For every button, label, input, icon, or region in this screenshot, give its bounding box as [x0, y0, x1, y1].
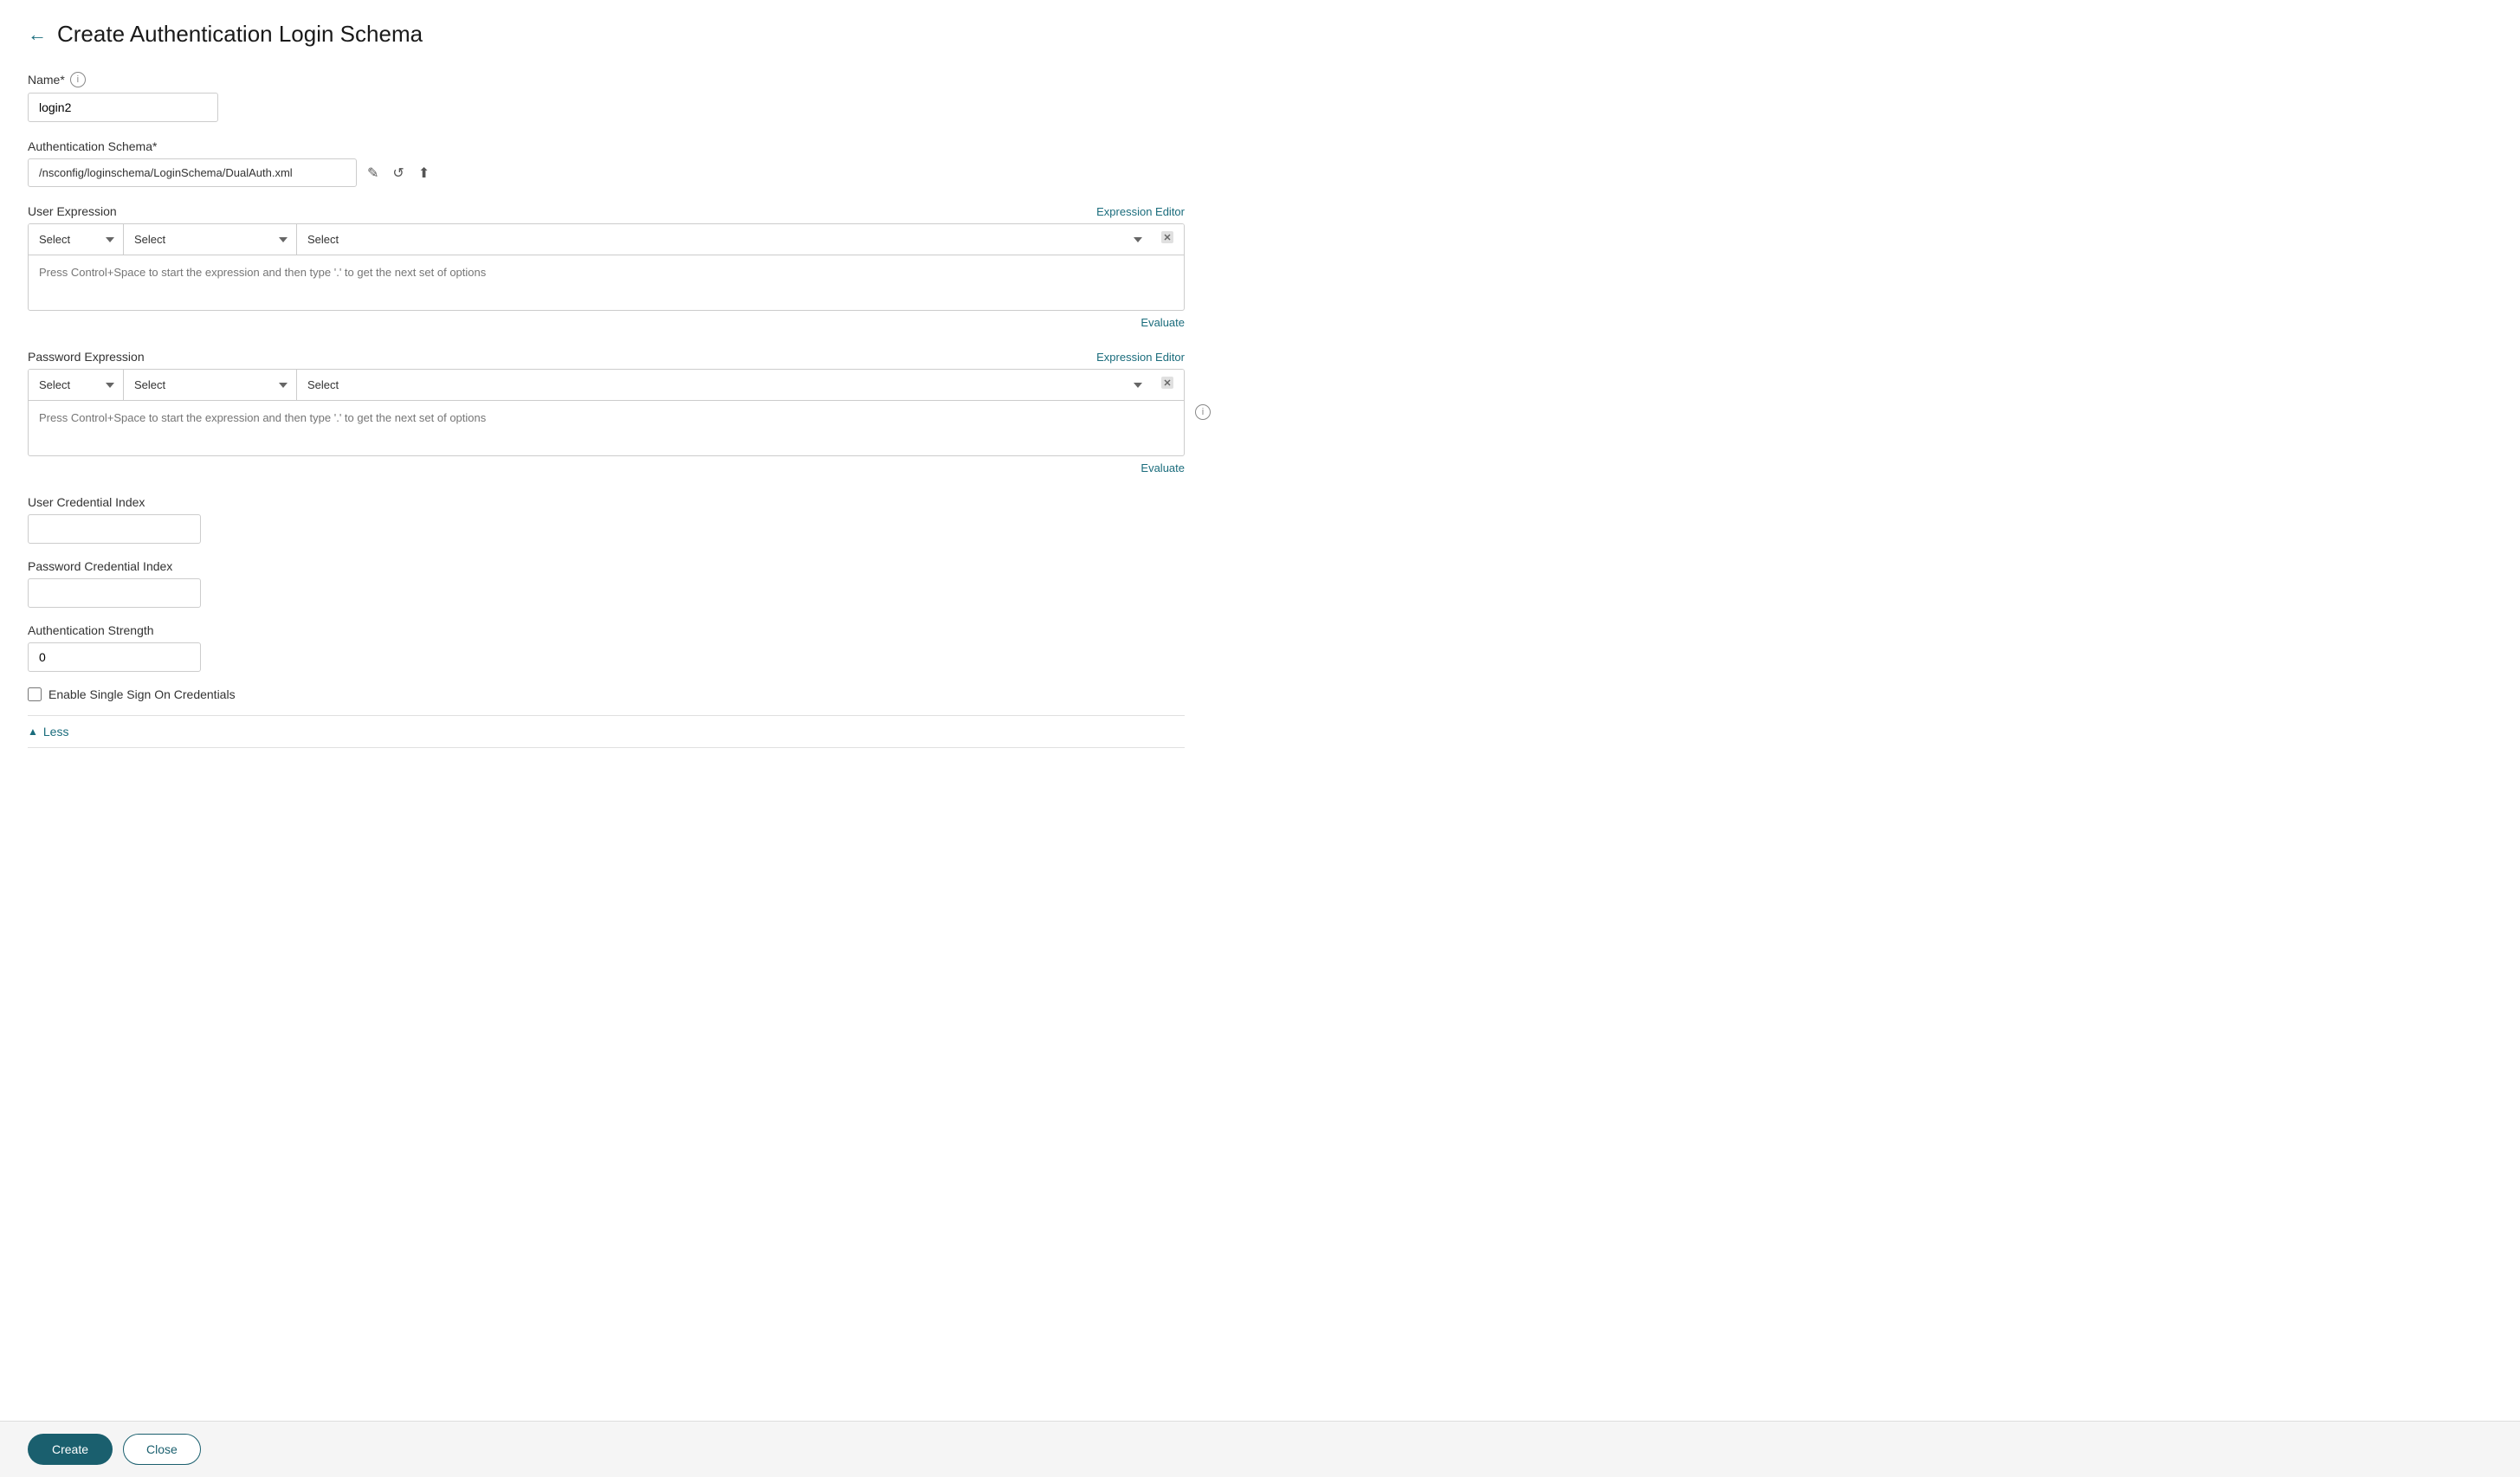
- page-title: Create Authentication Login Schema: [57, 21, 423, 48]
- auth-schema-upload-button[interactable]: ⬆: [415, 163, 433, 184]
- auth-schema-section: Authentication Schema* ✎ ↺ ⬆: [28, 139, 1185, 187]
- password-expression-header: Password Expression Expression Editor: [28, 350, 1185, 364]
- auth-schema-edit-button[interactable]: ✎: [364, 163, 382, 184]
- auth-schema-label: Authentication Schema*: [28, 139, 1185, 153]
- page-header: ← Create Authentication Login Schema: [28, 21, 1185, 48]
- password-expression-select-1[interactable]: Select: [29, 370, 124, 400]
- password-expression-clear-icon[interactable]: [1151, 370, 1184, 400]
- user-expression-textarea[interactable]: [29, 255, 1184, 307]
- user-expression-clear-icon[interactable]: [1151, 224, 1184, 255]
- password-credential-index-input[interactable]: [28, 578, 201, 608]
- user-credential-index-input[interactable]: [28, 514, 201, 544]
- user-expression-editor-link[interactable]: Expression Editor: [1096, 205, 1185, 218]
- user-expression-evaluate-row: Evaluate: [28, 316, 1185, 329]
- auth-strength-section: Authentication Strength: [28, 623, 1185, 672]
- password-expression-textarea[interactable]: [29, 401, 1184, 453]
- auth-schema-reset-button[interactable]: ↺: [389, 163, 407, 184]
- auth-schema-row: ✎ ↺ ⬆: [28, 158, 1185, 187]
- user-expression-section: User Expression Expression Editor Select…: [28, 204, 1185, 329]
- password-expression-select-2[interactable]: Select: [124, 370, 297, 400]
- auth-strength-label: Authentication Strength: [28, 623, 1185, 637]
- user-expression-select-3[interactable]: Select: [297, 224, 1151, 255]
- user-expression-evaluate-link[interactable]: Evaluate: [1140, 316, 1185, 329]
- name-info-icon: i: [70, 72, 86, 87]
- less-label: Less: [43, 725, 69, 738]
- sso-checkbox[interactable]: [28, 687, 42, 701]
- user-credential-index-label: User Credential Index: [28, 495, 1185, 509]
- password-side-info-icon: i: [1195, 404, 1211, 420]
- user-expression-select-1[interactable]: Select: [29, 224, 124, 255]
- footer-bar: Create Close: [0, 1421, 2520, 1477]
- password-expression-box: Select Select Select: [28, 369, 1185, 456]
- name-label: Name* i: [28, 72, 1185, 87]
- user-credential-index-section: User Credential Index: [28, 495, 1185, 544]
- password-credential-index-section: Password Credential Index: [28, 559, 1185, 608]
- less-row[interactable]: ▲ Less: [28, 715, 1185, 748]
- password-credential-index-label: Password Credential Index: [28, 559, 1185, 573]
- password-expression-select-3[interactable]: Select: [297, 370, 1151, 400]
- password-expression-label: Password Expression: [28, 350, 145, 364]
- create-button[interactable]: Create: [28, 1434, 113, 1465]
- back-button[interactable]: ←: [28, 23, 47, 46]
- password-expression-select-row: Select Select Select: [29, 370, 1184, 401]
- name-section: Name* i: [28, 72, 1185, 122]
- password-expression-evaluate-row: Evaluate: [28, 461, 1185, 474]
- user-expression-label: User Expression: [28, 204, 117, 218]
- user-expression-box: Select Select Select: [28, 223, 1185, 311]
- user-expression-select-2[interactable]: Select: [124, 224, 297, 255]
- password-expression-evaluate-link[interactable]: Evaluate: [1140, 461, 1185, 474]
- auth-strength-input[interactable]: [28, 642, 201, 672]
- less-arrow-icon: ▲: [28, 726, 38, 738]
- user-expression-header: User Expression Expression Editor: [28, 204, 1185, 218]
- auth-schema-input[interactable]: [28, 158, 357, 187]
- sso-checkbox-row: Enable Single Sign On Credentials: [28, 687, 1185, 701]
- sso-label[interactable]: Enable Single Sign On Credentials: [48, 687, 236, 701]
- user-expression-select-row: Select Select Select: [29, 224, 1184, 255]
- password-expression-section: Password Expression Expression Editor Se…: [28, 350, 1185, 474]
- password-expression-editor-link[interactable]: Expression Editor: [1096, 351, 1185, 364]
- name-input[interactable]: [28, 93, 218, 122]
- close-button[interactable]: Close: [123, 1434, 201, 1465]
